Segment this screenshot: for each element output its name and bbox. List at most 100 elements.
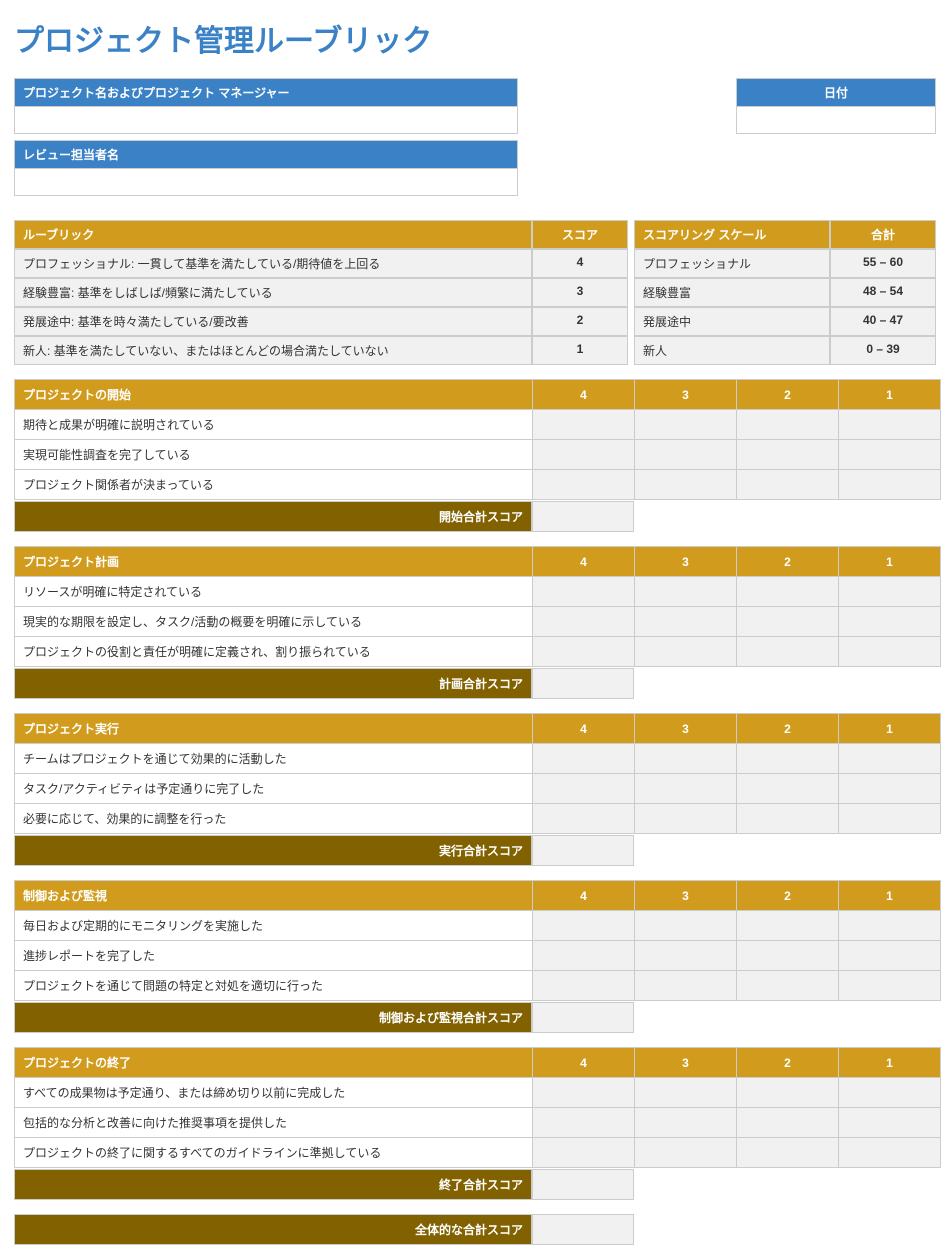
score-cell[interactable] [635, 1108, 737, 1138]
score-cell[interactable] [839, 1108, 941, 1138]
rubric-range: 55 – 60 [830, 249, 936, 278]
score-cell[interactable] [533, 1138, 635, 1168]
rubric-scale-label: 新人 [634, 336, 830, 365]
rubric-scale-label: 発展途中 [634, 307, 830, 336]
subtotal-value[interactable] [532, 1169, 634, 1200]
rubric-scale-label: 経験豊富 [634, 278, 830, 307]
score-cell[interactable] [839, 971, 941, 1001]
score-cell[interactable] [533, 971, 635, 1001]
rubric-range: 48 – 54 [830, 278, 936, 307]
score-cell[interactable] [737, 911, 839, 941]
score-cell[interactable] [533, 440, 635, 470]
criteria-desc: 期待と成果が明確に説明されている [15, 410, 533, 440]
score-cell[interactable] [839, 774, 941, 804]
score-cell[interactable] [737, 410, 839, 440]
score-cell[interactable] [839, 410, 941, 440]
criteria-desc: タスク/アクティビティは予定通りに完了した [15, 774, 533, 804]
score-cell[interactable] [737, 470, 839, 500]
score-cell[interactable] [635, 941, 737, 971]
section-table: 制御および監視4321毎日および定期的にモニタリングを実施した進捗レポートを完了… [14, 880, 941, 1001]
score-cell[interactable] [839, 804, 941, 834]
score-column-header: 2 [737, 714, 839, 744]
score-cell[interactable] [635, 470, 737, 500]
score-cell[interactable] [635, 911, 737, 941]
score-column-header: 2 [737, 1048, 839, 1078]
score-cell[interactable] [533, 1078, 635, 1108]
score-cell[interactable] [635, 971, 737, 1001]
score-cell[interactable] [737, 637, 839, 667]
criteria-desc: チームはプロジェクトを通じて効果的に活動した [15, 744, 533, 774]
score-cell[interactable] [635, 774, 737, 804]
overall-label: 全体的な合計スコア [14, 1214, 532, 1245]
score-cell[interactable] [635, 804, 737, 834]
criteria-desc: 現実的な期限を設定し、タスク/活動の概要を明確に示している [15, 607, 533, 637]
score-cell[interactable] [737, 804, 839, 834]
score-cell[interactable] [839, 911, 941, 941]
rubric-desc: プロフェッショナル: 一貫して基準を満たしている/期待値を上回る [14, 249, 532, 278]
score-cell[interactable] [533, 774, 635, 804]
score-cell[interactable] [839, 744, 941, 774]
score-cell[interactable] [737, 941, 839, 971]
score-cell[interactable] [635, 637, 737, 667]
score-cell[interactable] [533, 1108, 635, 1138]
overall-value[interactable] [532, 1214, 634, 1245]
reviewer-header: レビュー担当者名 [14, 140, 518, 168]
score-column-header: 3 [635, 547, 737, 577]
score-cell[interactable] [839, 1138, 941, 1168]
score-cell[interactable] [635, 1078, 737, 1108]
score-cell[interactable] [533, 941, 635, 971]
subtotal-label: 実行合計スコア [14, 835, 532, 866]
project-name-input[interactable] [14, 106, 518, 134]
score-column-header: 1 [839, 547, 941, 577]
score-cell[interactable] [635, 410, 737, 440]
score-cell[interactable] [635, 607, 737, 637]
score-cell[interactable] [839, 440, 941, 470]
score-cell[interactable] [839, 1078, 941, 1108]
score-cell[interactable] [533, 744, 635, 774]
score-cell[interactable] [533, 410, 635, 440]
subtotal-label: 制御および監視合計スコア [14, 1002, 532, 1033]
subtotal-value[interactable] [532, 835, 634, 866]
score-cell[interactable] [737, 774, 839, 804]
score-cell[interactable] [635, 440, 737, 470]
score-cell[interactable] [533, 577, 635, 607]
section-title: 制御および監視 [15, 881, 533, 911]
section-table: プロジェクトの終了4321すべての成果物は予定通り、または締め切り以前に完成した… [14, 1047, 941, 1168]
date-input[interactable] [736, 106, 936, 134]
rubric-scale-label: プロフェッショナル [634, 249, 830, 278]
score-cell[interactable] [737, 971, 839, 1001]
rubric-desc: 新人: 基準を満たしていない、またはほとんどの場合満たしていない [14, 336, 532, 365]
score-cell[interactable] [533, 804, 635, 834]
section-title: プロジェクト実行 [15, 714, 533, 744]
score-cell[interactable] [737, 440, 839, 470]
score-cell[interactable] [737, 744, 839, 774]
score-column-header: 3 [635, 881, 737, 911]
score-cell[interactable] [533, 607, 635, 637]
score-cell[interactable] [839, 470, 941, 500]
score-cell[interactable] [533, 470, 635, 500]
score-cell[interactable] [839, 637, 941, 667]
score-column-header: 1 [839, 380, 941, 410]
section-block: 制御および監視4321毎日および定期的にモニタリングを実施した進捗レポートを完了… [14, 880, 936, 1033]
section-block: プロジェクトの開始4321期待と成果が明確に説明されている実現可能性調査を完了し… [14, 379, 936, 532]
subtotal-value[interactable] [532, 668, 634, 699]
score-cell[interactable] [635, 577, 737, 607]
score-cell[interactable] [737, 577, 839, 607]
score-cell[interactable] [839, 607, 941, 637]
score-cell[interactable] [533, 911, 635, 941]
subtotal-value[interactable] [532, 501, 634, 532]
score-cell[interactable] [737, 1078, 839, 1108]
score-column-header: 2 [737, 380, 839, 410]
score-column-header: 4 [533, 1048, 635, 1078]
score-cell[interactable] [737, 1108, 839, 1138]
subtotal-value[interactable] [532, 1002, 634, 1033]
score-cell[interactable] [737, 1138, 839, 1168]
criteria-desc: 必要に応じて、効果的に調整を行った [15, 804, 533, 834]
reviewer-input[interactable] [14, 168, 518, 196]
score-cell[interactable] [635, 1138, 737, 1168]
score-cell[interactable] [635, 744, 737, 774]
score-cell[interactable] [839, 577, 941, 607]
score-cell[interactable] [533, 637, 635, 667]
score-cell[interactable] [839, 941, 941, 971]
score-cell[interactable] [737, 607, 839, 637]
